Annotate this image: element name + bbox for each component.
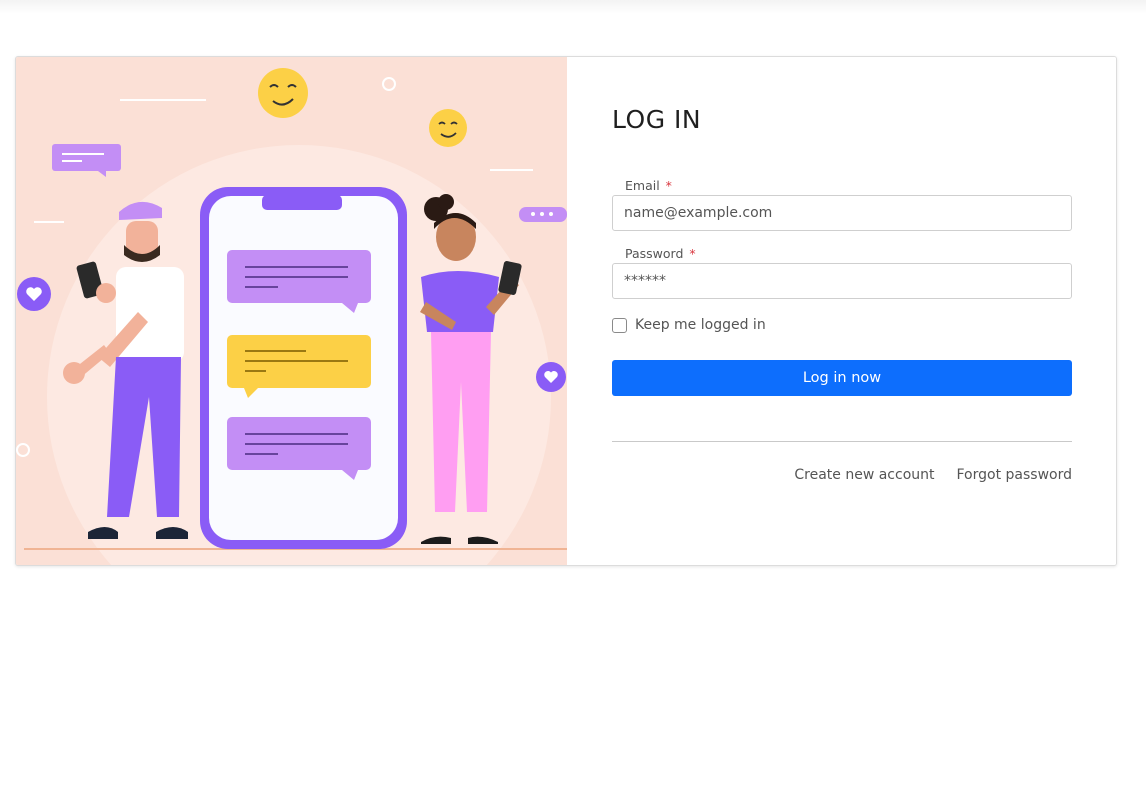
smiley-emoji-icon — [429, 109, 467, 147]
phone-illustration — [200, 187, 407, 549]
chat-bubble-icon — [519, 207, 567, 222]
login-button[interactable]: Log in now — [612, 360, 1072, 396]
password-field-group: Password * — [612, 246, 1072, 299]
heart-icon — [536, 362, 566, 392]
keep-logged-in-row[interactable]: Keep me logged in — [612, 316, 766, 334]
account-links: Create new account Forgot password — [794, 467, 1072, 483]
keep-logged-in-label[interactable]: Keep me logged in — [635, 317, 766, 333]
create-account-link[interactable]: Create new account — [794, 467, 934, 483]
login-illustration — [16, 57, 567, 565]
password-label: Password * — [612, 246, 1072, 263]
top-bar — [0, 0, 1146, 14]
forgot-password-link[interactable]: Forgot password — [957, 467, 1073, 483]
heart-icon — [17, 277, 51, 311]
password-label-text: Password — [625, 246, 684, 261]
login-form: LOG IN Email * Password * Keep me logged… — [567, 57, 1116, 565]
email-input[interactable] — [612, 195, 1072, 231]
email-field-group: Email * — [612, 178, 1072, 231]
email-label: Email * — [612, 178, 1072, 195]
login-card: LOG IN Email * Password * Keep me logged… — [15, 56, 1117, 566]
email-label-text: Email — [625, 178, 660, 193]
divider — [612, 441, 1072, 442]
required-mark: * — [689, 246, 696, 261]
page-title: LOG IN — [612, 105, 702, 134]
keep-logged-in-checkbox[interactable] — [612, 317, 627, 333]
chat-bubble-icon — [52, 144, 121, 177]
smiley-emoji-icon — [258, 68, 308, 118]
required-mark: * — [665, 178, 672, 193]
password-input[interactable] — [612, 263, 1072, 299]
